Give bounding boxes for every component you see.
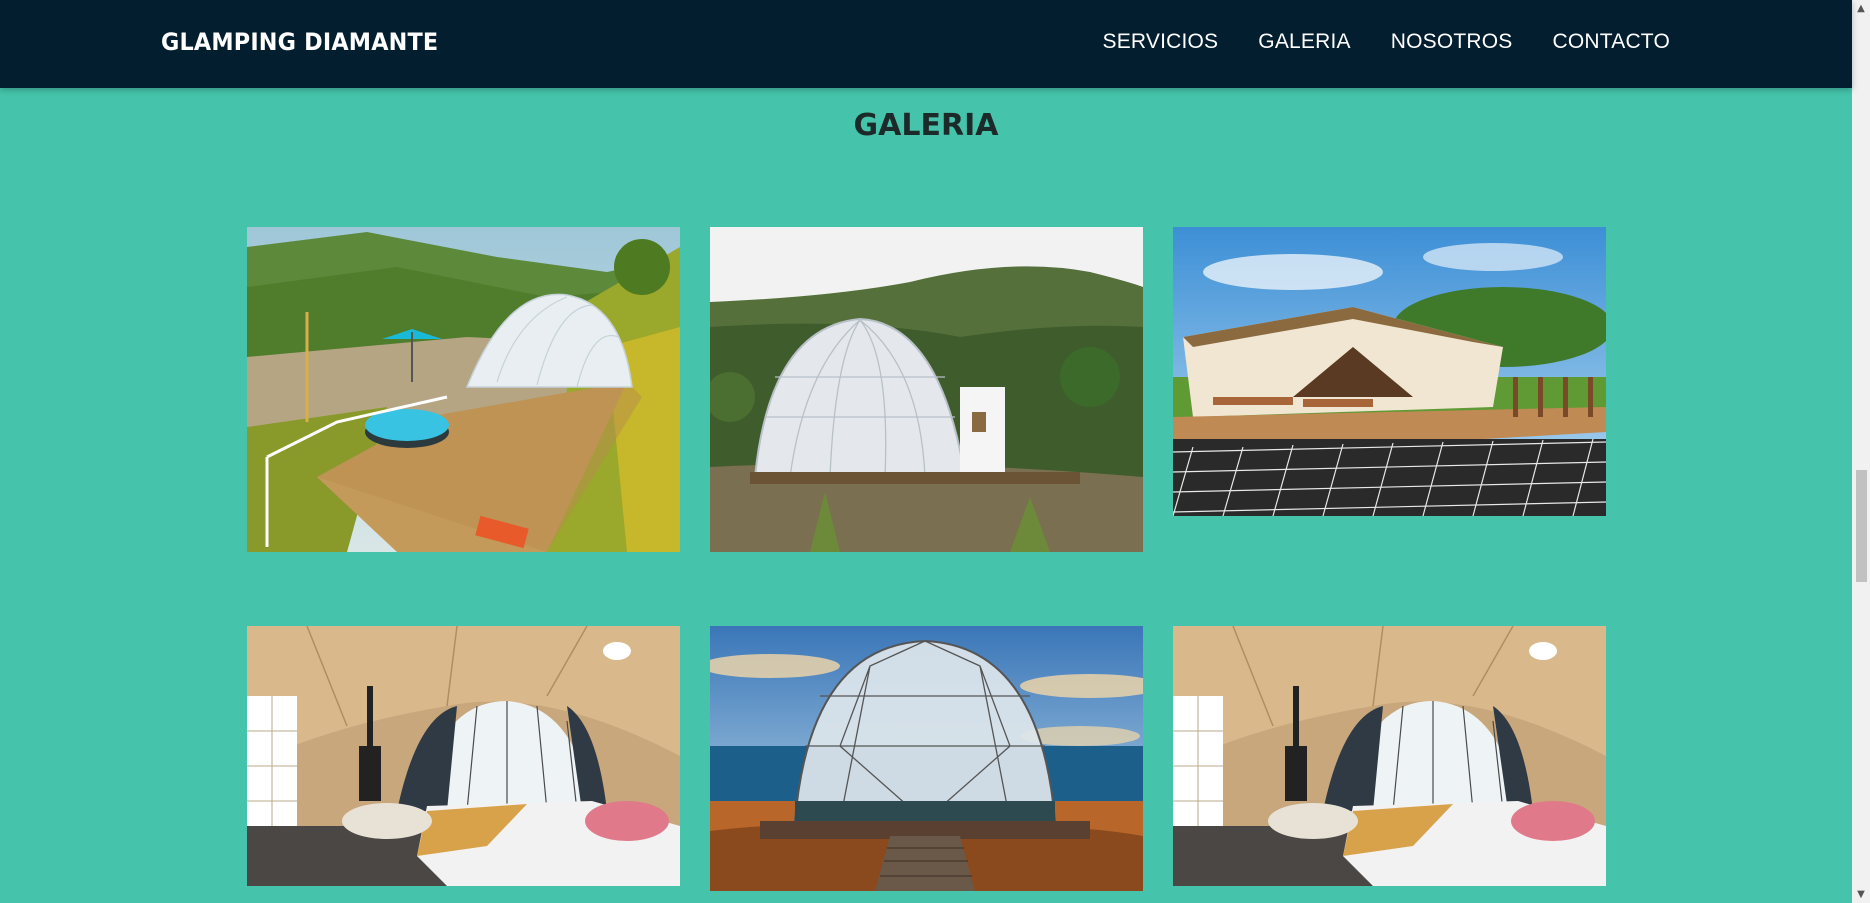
navbar: GLAMPING DIAMANTE SERVICIOS GALERIA NOSO…	[0, 0, 1852, 88]
brand-logo[interactable]: GLAMPING DIAMANTE	[161, 28, 438, 56]
vertical-scrollbar[interactable]: ▲ ▼	[1852, 0, 1870, 903]
scrollbar-thumb[interactable]	[1856, 470, 1867, 582]
page-title: GALERIA	[853, 108, 999, 143]
gallery-photo-dome-beach[interactable]	[710, 626, 1143, 891]
chevron-up-icon[interactable]: ▲	[1852, 0, 1870, 17]
gallery-photo-dome-hot-tub[interactable]	[247, 227, 680, 552]
nav-link-servicios[interactable]: SERVICIOS	[1102, 30, 1218, 54]
chevron-down-icon[interactable]: ▼	[1852, 886, 1870, 903]
gallery-photo-dome-interior[interactable]	[247, 626, 680, 886]
gallery-photo-safari-tent[interactable]	[1173, 227, 1606, 516]
gallery-photo-dome-forest[interactable]	[710, 227, 1143, 552]
gallery-photo-dome-interior-2[interactable]	[1173, 626, 1606, 886]
nav-link-contacto[interactable]: CONTACTO	[1553, 30, 1671, 54]
nav-link-galeria[interactable]: GALERIA	[1258, 30, 1350, 54]
nav-link-nosotros[interactable]: NOSOTROS	[1391, 30, 1513, 54]
nav-menu: SERVICIOS GALERIA NOSOTROS CONTACTO	[1102, 30, 1670, 54]
